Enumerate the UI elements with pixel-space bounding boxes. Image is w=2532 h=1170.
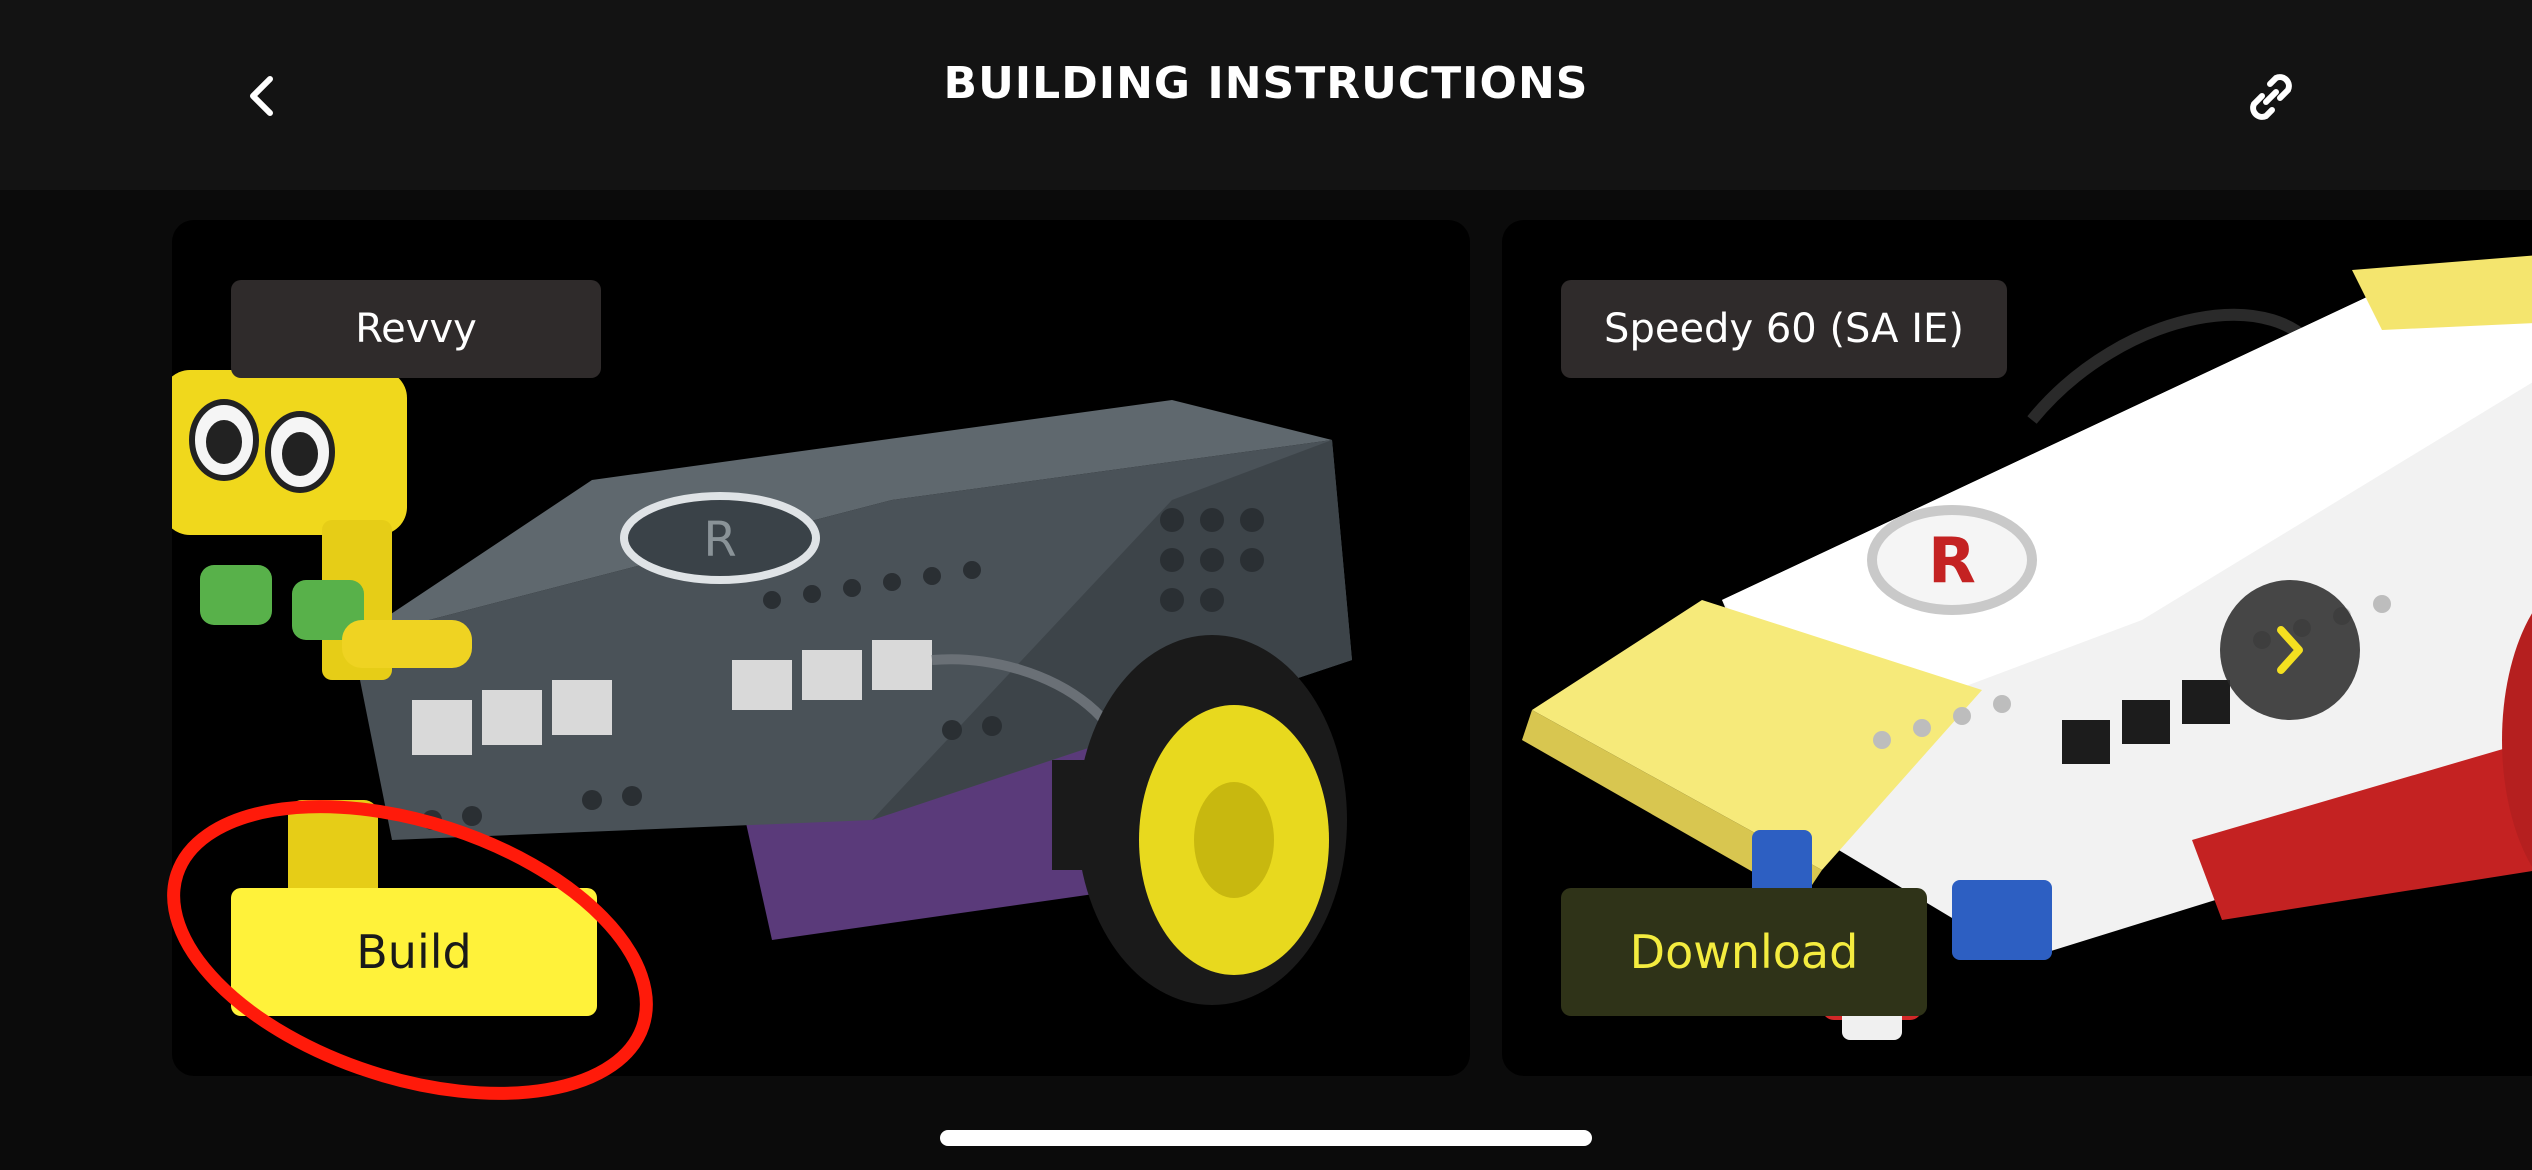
chevron-right-icon [2277, 626, 2303, 674]
link-icon [2250, 74, 2292, 120]
share-link-button[interactable] [2236, 62, 2306, 132]
page-title: BUILDING INSTRUCTIONS [943, 58, 1589, 109]
download-button[interactable]: Download [1561, 888, 1927, 1016]
app-header: BUILDING INSTRUCTIONS [0, 0, 2532, 190]
robot-card-revvy[interactable]: R Revvy Build [172, 220, 1470, 1076]
robot-name-label: Revvy [231, 280, 601, 378]
robot-name-label: Speedy 60 (SA IE) [1561, 280, 2007, 378]
svg-text:R: R [703, 512, 736, 568]
next-page-button[interactable] [2220, 580, 2360, 720]
build-button[interactable]: Build [231, 888, 597, 1016]
home-indicator[interactable] [940, 1130, 1592, 1146]
svg-text:R: R [1928, 524, 1976, 597]
robot-card-speedy-60[interactable]: R Speedy 60 (SA IE) Download [1502, 220, 2532, 1076]
